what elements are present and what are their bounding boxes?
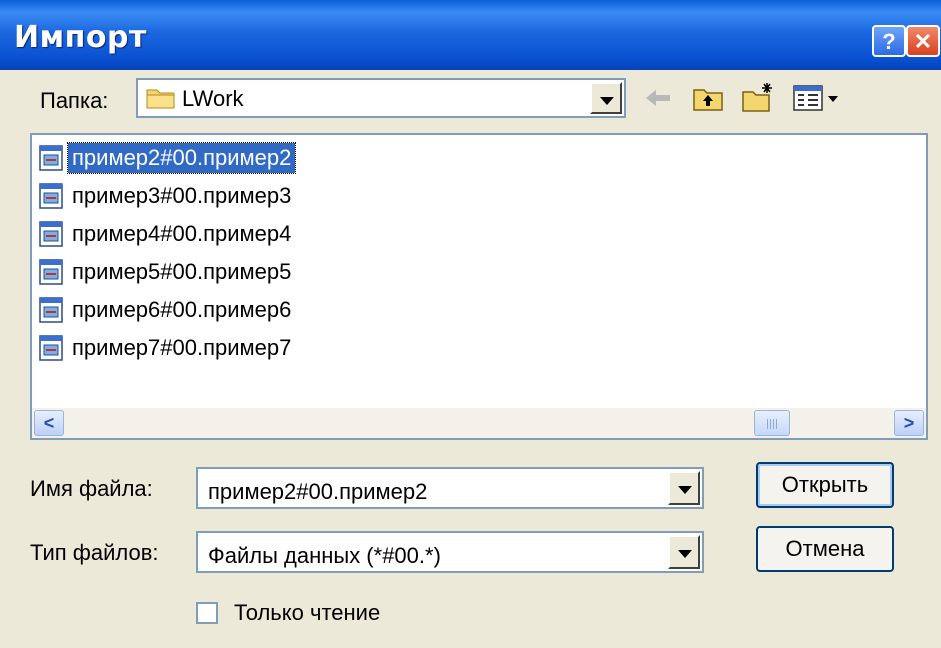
file-name: пример7#00.пример7	[72, 335, 292, 360]
data-file-icon	[39, 183, 63, 209]
readonly-checkbox[interactable]	[196, 602, 218, 624]
lookin-label: Папка:	[40, 88, 109, 113]
lookin-combo[interactable]: LWork	[136, 78, 626, 118]
window-title: Импорт	[14, 20, 147, 55]
close-button[interactable]: ✕	[906, 25, 940, 57]
up-folder-icon[interactable]	[690, 80, 726, 116]
filename-label: Имя файла:	[30, 476, 153, 501]
data-file-icon	[39, 335, 63, 361]
file-item[interactable]: пример6#00.пример6	[38, 294, 295, 326]
title-bar[interactable]: Импорт ? ✕	[0, 0, 941, 70]
file-name: пример6#00.пример6	[72, 297, 292, 322]
filename-dropdown-button[interactable]	[668, 471, 700, 505]
help-button[interactable]: ?	[872, 25, 906, 57]
import-dialog: Импорт ? ✕ Папка: LWork пример2#00.приме…	[0, 0, 941, 648]
open-button[interactable]: Открыть	[756, 462, 894, 508]
filename-value: пример2#00.пример2	[208, 479, 428, 504]
view-menu-icon[interactable]	[790, 80, 844, 116]
scroll-left-button[interactable]: <	[34, 410, 64, 436]
file-item[interactable]: пример2#00.пример2	[38, 142, 297, 174]
new-folder-icon[interactable]	[740, 80, 776, 116]
filetype-combo[interactable]: Файлы данных (*#00.*)	[196, 531, 704, 573]
scroll-thumb[interactable]	[754, 410, 790, 436]
filename-combo[interactable]: пример2#00.пример2	[196, 467, 704, 509]
filetype-value: Файлы данных (*#00.*)	[208, 543, 441, 568]
file-item[interactable]: пример7#00.пример7	[38, 332, 295, 364]
lookin-value: LWork	[182, 86, 244, 111]
readonly-label: Только чтение	[234, 600, 381, 625]
filetype-dropdown-button[interactable]	[668, 535, 700, 569]
back-arrow-icon[interactable]	[640, 80, 676, 116]
filetype-label: Тип файлов:	[30, 540, 159, 565]
file-item[interactable]: пример3#00.пример3	[38, 180, 295, 212]
horizontal-scrollbar[interactable]: < >	[32, 408, 926, 438]
data-file-icon	[39, 297, 63, 323]
cancel-button[interactable]: Отмена	[756, 526, 894, 572]
data-file-icon	[39, 145, 63, 171]
file-name: пример4#00.пример4	[72, 221, 292, 246]
file-name: пример2#00.пример2	[66, 142, 297, 174]
file-name: пример5#00.пример5	[72, 259, 292, 284]
scroll-right-button[interactable]: >	[894, 410, 924, 436]
file-item[interactable]: пример5#00.пример5	[38, 256, 295, 288]
file-list[interactable]: пример2#00.пример2 пример3#00.пример3 пр…	[30, 133, 928, 440]
file-name: пример3#00.пример3	[72, 183, 292, 208]
file-item[interactable]: пример4#00.пример4	[38, 218, 295, 250]
data-file-icon	[39, 259, 63, 285]
folder-icon	[146, 89, 175, 109]
data-file-icon	[39, 221, 63, 247]
lookin-dropdown-button[interactable]	[590, 82, 622, 114]
